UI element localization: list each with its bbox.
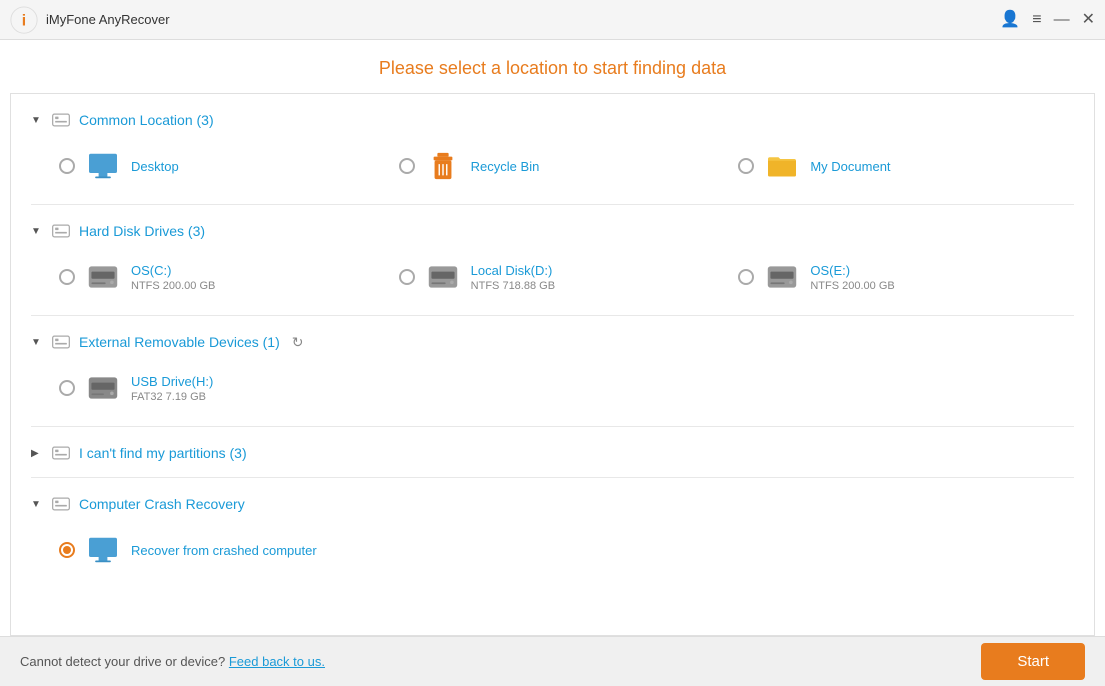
os-e-info: OS(E:) NTFS 200.00 GB — [810, 263, 894, 292]
recover-crashed-label: Recover from crashed computer — [131, 543, 317, 558]
desktop-icon-wrap — [85, 148, 121, 184]
recycle-bin-icon — [429, 151, 457, 181]
external-section-icon — [51, 332, 71, 352]
section-external: ▼ External Removable Devices (1) ↻ — [31, 316, 1074, 427]
section-hard-disk-header[interactable]: ▼ Hard Disk Drives (3) — [31, 213, 1074, 247]
minimize-icon[interactable]: — — [1054, 12, 1070, 28]
my-document-radio[interactable] — [738, 158, 754, 174]
hard-disk-items: OS(C:) NTFS 200.00 GB — [31, 247, 1074, 307]
local-d-icon-wrap — [425, 259, 461, 295]
folder-icon — [766, 152, 798, 180]
close-icon[interactable]: ✕ — [1082, 12, 1095, 28]
os-e-meta: NTFS 200.00 GB — [810, 280, 894, 292]
os-c-info: OS(C:) NTFS 200.00 GB — [131, 263, 215, 292]
local-d-info: Local Disk(D:) NTFS 718.88 GB — [471, 263, 555, 292]
recycle-bin-icon-wrap — [425, 148, 461, 184]
hard-disk-section-icon — [51, 221, 71, 241]
external-items: USB Drive(H:) FAT32 7.19 GB — [31, 358, 1074, 418]
common-location-title: Common Location (3) — [79, 112, 214, 128]
content-area: ▼ Common Location (3) — [10, 93, 1095, 636]
hdd-d-icon — [427, 263, 459, 291]
my-document-label: My Document — [810, 159, 890, 174]
recover-crashed-icon — [87, 536, 119, 564]
app-logo: i — [10, 6, 38, 34]
desktop-item[interactable]: Desktop — [55, 142, 395, 190]
desktop-label: Desktop — [131, 159, 179, 174]
bottom-static-text: Cannot detect your drive or device? — [20, 654, 225, 669]
start-button[interactable]: Start — [981, 643, 1085, 680]
desktop-icon — [87, 152, 119, 180]
recycle-bin-radio[interactable] — [399, 158, 415, 174]
desktop-info: Desktop — [131, 159, 179, 174]
section-crash-recovery-header[interactable]: ▼ Computer Crash Recovery — [31, 486, 1074, 520]
os-e-label: OS(E:) — [810, 263, 894, 278]
os-e-item[interactable]: OS(E:) NTFS 200.00 GB — [734, 253, 1074, 301]
recycle-bin-item[interactable]: Recycle Bin — [395, 142, 735, 190]
os-c-label: OS(C:) — [131, 263, 215, 278]
external-title: External Removable Devices (1) — [79, 334, 280, 350]
toggle-cant-find[interactable]: ▶ — [31, 448, 43, 459]
desktop-radio[interactable] — [59, 158, 75, 174]
os-c-item[interactable]: OS(C:) NTFS 200.00 GB — [55, 253, 395, 301]
usb-h-item[interactable]: USB Drive(H:) FAT32 7.19 GB — [55, 364, 1074, 412]
usb-h-icon-wrap — [85, 370, 121, 406]
os-c-meta: NTFS 200.00 GB — [131, 280, 215, 292]
recover-crashed-radio[interactable] — [59, 542, 75, 558]
usb-h-meta: FAT32 7.19 GB — [131, 391, 213, 403]
usb-h-label: USB Drive(H:) — [131, 374, 213, 389]
toggle-crash-recovery[interactable]: ▼ — [31, 499, 43, 510]
page-title: Please select a location to start findin… — [0, 40, 1105, 93]
local-d-label: Local Disk(D:) — [471, 263, 555, 278]
recycle-bin-label: Recycle Bin — [471, 159, 540, 174]
toggle-common-location[interactable]: ▼ — [31, 115, 43, 126]
refresh-icon[interactable]: ↻ — [292, 334, 304, 351]
svg-text:i: i — [22, 12, 26, 29]
section-crash-recovery: ▼ Computer Crash Recovery — [31, 478, 1074, 588]
cant-find-title: I can't find my partitions (3) — [79, 445, 247, 461]
section-common-location-header[interactable]: ▼ Common Location (3) — [31, 102, 1074, 136]
cant-find-section-icon — [51, 443, 71, 463]
menu-icon[interactable]: ≡ — [1032, 12, 1041, 28]
usb-h-radio[interactable] — [59, 380, 75, 396]
crash-recovery-title: Computer Crash Recovery — [79, 496, 245, 512]
section-hard-disk: ▼ Hard Disk Drives (3) — [31, 205, 1074, 316]
my-document-info: My Document — [810, 159, 890, 174]
my-document-icon-wrap — [764, 148, 800, 184]
hdd-c-icon — [87, 263, 119, 291]
bottom-bar: Cannot detect your drive or device? Feed… — [0, 636, 1105, 686]
section-cant-find-header[interactable]: ▶ I can't find my partitions (3) — [31, 435, 1074, 469]
feedback-link[interactable]: Feed back to us. — [229, 654, 325, 669]
section-common-location: ▼ Common Location (3) — [31, 94, 1074, 205]
common-location-items: Desktop — [31, 136, 1074, 196]
local-d-item[interactable]: Local Disk(D:) NTFS 718.88 GB — [395, 253, 735, 301]
section-cant-find: ▶ I can't find my partitions (3) — [31, 427, 1074, 478]
common-location-icon — [51, 110, 71, 130]
toggle-hard-disk[interactable]: ▼ — [31, 226, 43, 237]
os-c-icon-wrap — [85, 259, 121, 295]
hard-disk-title: Hard Disk Drives (3) — [79, 223, 205, 239]
section-external-header[interactable]: ▼ External Removable Devices (1) ↻ — [31, 324, 1074, 358]
bottom-message: Cannot detect your drive or device? Feed… — [20, 654, 981, 669]
hdd-e-icon — [766, 263, 798, 291]
recover-crashed-info: Recover from crashed computer — [131, 543, 317, 558]
recover-crashed-item[interactable]: Recover from crashed computer — [55, 526, 321, 574]
recycle-bin-info: Recycle Bin — [471, 159, 540, 174]
os-c-radio[interactable] — [59, 269, 75, 285]
app-title: iMyFone AnyRecover — [46, 12, 1000, 27]
local-d-radio[interactable] — [399, 269, 415, 285]
usb-icon — [87, 374, 119, 402]
crash-recovery-items: Recover from crashed computer — [31, 520, 1074, 580]
crash-recovery-section-icon — [51, 494, 71, 514]
local-d-meta: NTFS 718.88 GB — [471, 280, 555, 292]
main-area: Please select a location to start findin… — [0, 40, 1105, 636]
my-document-item[interactable]: My Document — [734, 142, 1074, 190]
recover-crashed-icon-wrap — [85, 532, 121, 568]
os-e-radio[interactable] — [738, 269, 754, 285]
window-controls: 👤 ≡ — ✕ — [1000, 12, 1095, 28]
toggle-external[interactable]: ▼ — [31, 337, 43, 348]
account-icon[interactable]: 👤 — [1000, 12, 1020, 28]
title-bar: i iMyFone AnyRecover 👤 ≡ — ✕ — [0, 0, 1105, 40]
usb-h-info: USB Drive(H:) FAT32 7.19 GB — [131, 374, 213, 403]
os-e-icon-wrap — [764, 259, 800, 295]
